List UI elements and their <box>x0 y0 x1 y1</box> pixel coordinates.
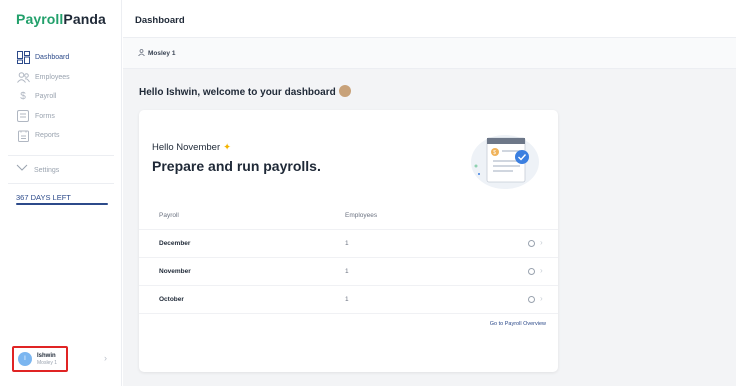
forms-icon <box>16 109 30 123</box>
chevron-right-icon[interactable]: › <box>540 238 543 247</box>
sidebar-item-dashboard[interactable]: Dashboard <box>16 48 116 68</box>
sidebar-item-reports[interactable]: Reports <box>16 126 116 146</box>
wave-emoji-icon <box>338 85 351 97</box>
card-greeting: Hello November ✦ <box>152 142 231 153</box>
page-title: Dashboard <box>135 15 185 26</box>
sidebar-item-label: Reports <box>35 132 60 140</box>
chevron-right-icon[interactable]: › <box>540 266 543 275</box>
sidebar-item-label: Payroll <box>35 93 57 101</box>
chevron-down-icon <box>16 164 28 176</box>
employees-icon <box>16 70 30 84</box>
dashboard-icon <box>16 51 30 65</box>
org-name: Mosley 1 <box>148 49 176 57</box>
column-header-employees: Employees <box>345 212 378 219</box>
row-month: November <box>159 268 191 275</box>
sidebar-item-settings[interactable]: Settings <box>16 164 59 176</box>
row-month: December <box>159 240 191 247</box>
reports-icon <box>16 129 30 143</box>
row-month: October <box>159 296 184 303</box>
table-row[interactable]: December 1 › <box>139 229 558 257</box>
card-greeting-text: Hello November <box>152 142 221 153</box>
user-org: Mosley 1 <box>37 359 58 366</box>
table-row[interactable]: November 1 › <box>139 257 558 285</box>
trial-progress-bar <box>16 203 108 205</box>
payroll-illustration: $ <box>471 135 539 189</box>
chevron-right-icon[interactable]: › <box>540 294 543 303</box>
avatar: I <box>18 352 32 366</box>
logo-part-1: Payroll <box>16 11 64 27</box>
table-divider <box>139 313 558 314</box>
card-headline: Prepare and run payrolls. <box>152 158 321 174</box>
row-employees: 1 <box>345 268 349 275</box>
top-bar: Dashboard <box>123 0 736 38</box>
payroll-overview-link[interactable]: Go to Payroll Overview <box>490 321 546 327</box>
table-row[interactable]: October 1 › <box>139 285 558 313</box>
sidebar-divider <box>8 155 114 156</box>
sparkle-icon: ✦ <box>223 142 232 153</box>
settings-label: Settings <box>34 166 60 174</box>
sidebar-item-employees[interactable]: Employees <box>16 68 116 88</box>
app-logo[interactable]: PayrollPanda <box>16 11 106 27</box>
user-profile-button[interactable]: I Ishwin Mosley 1 <box>12 346 68 372</box>
payroll-card: Hello November ✦ Prepare and run payrolls… <box>139 110 558 372</box>
row-employees: 1 <box>345 240 349 247</box>
sidebar-item-label: Forms <box>35 112 55 120</box>
sidebar-item-label: Dashboard <box>35 54 70 62</box>
person-icon <box>138 48 145 58</box>
org-selector[interactable]: Mosley 1 <box>123 38 736 69</box>
welcome-text: Hello Ishwin, welcome to your dashboard <box>139 87 336 98</box>
svg-text:$: $ <box>493 150 496 156</box>
sidebar-item-forms[interactable]: Forms <box>16 107 116 127</box>
user-name: Ishwin <box>37 352 56 359</box>
status-circle-icon <box>528 296 535 303</box>
row-employees: 1 <box>345 296 349 303</box>
column-header-payroll: Payroll <box>159 212 179 219</box>
sidebar-nav: Dashboard Employees $ Payroll Forms Repo… <box>16 48 116 146</box>
chevron-right-icon[interactable]: › <box>104 353 107 363</box>
logo-part-2: Panda <box>63 11 106 27</box>
status-circle-icon <box>528 268 535 275</box>
sidebar-divider <box>8 183 114 184</box>
trial-days-left: 367 DAYS LEFT <box>16 193 71 202</box>
main-content: Mosley 1 Hello Ishwin, welcome to your d… <box>123 38 736 386</box>
sidebar-item-label: Employees <box>35 73 70 81</box>
sidebar-item-payroll[interactable]: $ Payroll <box>16 87 116 107</box>
status-circle-icon <box>528 240 535 247</box>
welcome-heading: Hello Ishwin, welcome to your dashboard <box>139 85 351 98</box>
dollar-icon: $ <box>20 91 26 103</box>
sidebar: PayrollPanda Dashboard Employees $ Payro… <box>0 0 122 386</box>
